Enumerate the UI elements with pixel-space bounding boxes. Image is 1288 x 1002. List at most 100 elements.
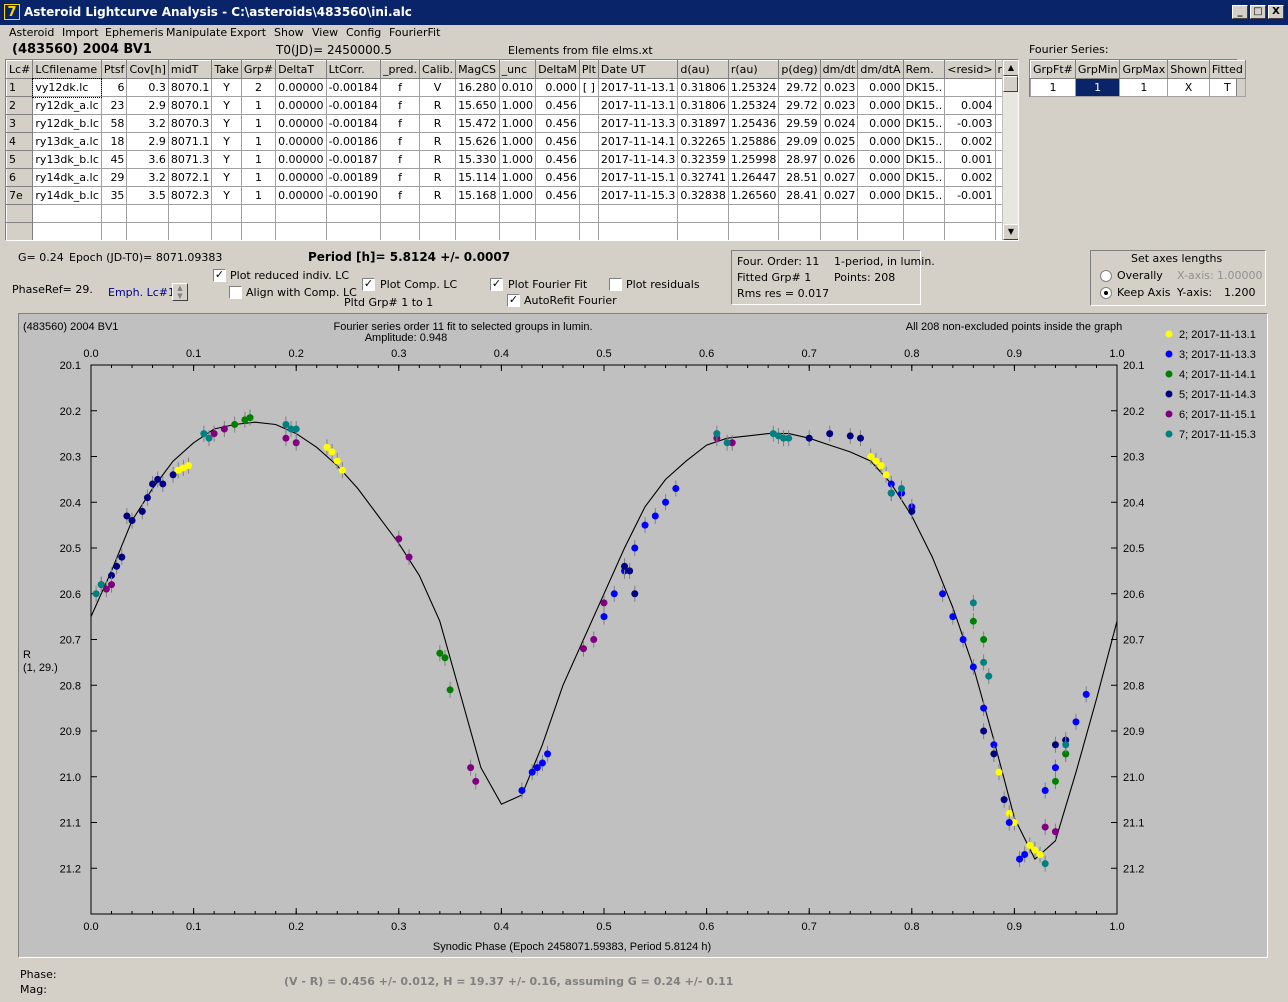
table-cell[interactable]: f (380, 150, 421, 169)
column-header[interactable]: Cov[h] (126, 60, 169, 79)
table-cell[interactable]: R (419, 150, 457, 169)
table-cell[interactable]: 3.2 (126, 114, 169, 133)
table-cell[interactable]: R (419, 186, 457, 205)
table-cell[interactable]: 1.25436 (727, 114, 780, 133)
table-cell[interactable] (727, 222, 780, 240)
menu-view[interactable]: View (312, 26, 338, 39)
table-cell[interactable]: Y (211, 186, 242, 205)
table-cell[interactable]: -0.001 (944, 186, 996, 205)
table-cell[interactable]: 8070.3 (167, 114, 213, 133)
table-cell[interactable]: 0.456 (535, 114, 580, 133)
table-cell[interactable]: 6 (100, 78, 128, 97)
table-cell[interactable]: V (419, 78, 457, 97)
column-header[interactable]: Rem. (902, 60, 946, 79)
table-cell[interactable] (578, 186, 599, 205)
table-cell[interactable]: DK15.. (902, 186, 946, 205)
table-cell[interactable]: 1.25324 (727, 96, 780, 115)
maximize-button[interactable]: □ (1250, 5, 1266, 19)
table-cell[interactable]: 1.000 (498, 114, 537, 133)
fourier-cell[interactable]: X (1167, 78, 1210, 97)
app-logo-icon[interactable]: 7 (4, 4, 20, 20)
table-cell[interactable]: 0.00000 (275, 78, 327, 97)
table-cell[interactable]: 1 (240, 150, 277, 169)
table-cell[interactable]: 1.25998 (727, 150, 780, 169)
table-cell[interactable]: 3.6 (126, 150, 169, 169)
fourier-cell[interactable]: T (1208, 78, 1246, 97)
table-cell[interactable]: 1.000 (498, 150, 537, 169)
table-cell[interactable]: 15.626 (455, 132, 500, 151)
table-row[interactable]: 3 ry12dk_b.lc 58 3.2 8070.3 Y 1 0.00000 -0.00184… (6, 114, 1018, 133)
table-cell[interactable] (578, 150, 599, 169)
table-cell[interactable]: 15.168 (455, 186, 500, 205)
table-cell[interactable]: 1 (240, 186, 277, 205)
table-cell[interactable] (578, 222, 599, 240)
table-cell[interactable]: f (380, 114, 421, 133)
table-cell[interactable]: 3.2 (126, 168, 169, 187)
table-cell[interactable] (325, 204, 382, 223)
lightcurve-plot-panel[interactable]: 0.0 0.0 0.1 0.1 0.2 0.2 0.3 0.3 0.4 0.4 0.5 0.5 0.6 0… (18, 313, 1268, 958)
table-cell[interactable]: 2017-11-15.1 (597, 168, 679, 187)
table-cell[interactable]: -0.00184 (325, 78, 382, 97)
table-cell[interactable]: ry14dk_a.lc (32, 168, 102, 187)
table-cell[interactable] (100, 222, 128, 240)
table-cell[interactable]: 1 (240, 132, 277, 151)
table-cell[interactable]: 0.31806 (677, 96, 729, 115)
empty-row[interactable] (6, 204, 1018, 223)
table-cell[interactable] (578, 114, 599, 133)
table-cell[interactable]: 2017-11-15.3 (597, 186, 679, 205)
table-cell[interactable]: 28.97 (778, 150, 821, 169)
table-cell[interactable]: 1 (240, 114, 277, 133)
table-cell[interactable]: 0.027 (819, 168, 859, 187)
table-cell[interactable]: R (419, 114, 457, 133)
table-cell[interactable]: 2.9 (126, 96, 169, 115)
column-header[interactable]: Take (211, 60, 242, 79)
row-header[interactable]: 3 (6, 114, 34, 133)
table-cell[interactable] (578, 132, 599, 151)
table-cell[interactable]: 0.00000 (275, 150, 327, 169)
table-cell[interactable]: -0.00187 (325, 150, 382, 169)
table-cell[interactable] (778, 204, 821, 223)
table-cell[interactable]: 0.000 (857, 132, 904, 151)
table-row[interactable]: 7e ry14dk_b.lc 35 3.5 8072.3 Y 1 0.00000 -0.0019… (6, 186, 1018, 205)
table-cell[interactable]: 1.000 (498, 168, 537, 187)
empty-row[interactable] (6, 222, 1018, 240)
keep-axis-radio[interactable] (1100, 287, 1112, 299)
table-cell[interactable]: 0.000 (535, 78, 580, 97)
minimize-button[interactable]: _ (1232, 5, 1248, 19)
plot-fourier-checkbox[interactable]: ✓ (490, 278, 503, 291)
fourier-table-row[interactable]: 111XT (1030, 78, 1246, 97)
table-cell[interactable]: ry12dk_b.lc (32, 114, 102, 133)
table-cell[interactable]: 0.010 (498, 78, 537, 97)
column-header[interactable]: _unc (498, 60, 537, 79)
table-cell[interactable]: 0.456 (535, 150, 580, 169)
table-cell[interactable]: DK15.. (902, 114, 946, 133)
table-cell[interactable]: 0.00000 (275, 132, 327, 151)
autorefit-checkbox[interactable]: ✓ (507, 294, 520, 307)
column-header[interactable]: Lc# (6, 60, 34, 79)
scroll-thumb[interactable] (1003, 76, 1018, 92)
table-cell[interactable]: 2 (240, 78, 277, 97)
table-cell[interactable]: Y (211, 132, 242, 151)
menu-fourierfit[interactable]: FourierFit (389, 26, 440, 39)
table-cell[interactable] (240, 204, 277, 223)
table-cell[interactable] (498, 222, 537, 240)
table-cell[interactable]: 0.025 (819, 132, 859, 151)
lightcurve-chart[interactable]: 0.0 0.0 0.1 0.1 0.2 0.2 0.3 0.3 0.4 0.4 0.5 0.5 0.6 0… (19, 314, 1267, 957)
table-cell[interactable]: 0.023 (819, 96, 859, 115)
table-cell[interactable]: 0.000 (857, 186, 904, 205)
table-cell[interactable]: ry14dk_b.lc (32, 186, 102, 205)
table-cell[interactable]: 8070.1 (167, 78, 213, 97)
column-header[interactable]: dm/dt (819, 60, 859, 79)
table-cell[interactable]: 1.000 (498, 96, 537, 115)
column-header[interactable]: Plt (578, 60, 599, 79)
plot-comp-checkbox[interactable]: ✓ (362, 278, 375, 291)
table-cell[interactable]: 0.001 (944, 150, 996, 169)
menu-ephemeris[interactable]: Ephemeris (105, 26, 163, 39)
column-header[interactable]: d(au) (677, 60, 729, 79)
column-header[interactable]: midT (167, 60, 213, 79)
table-cell[interactable]: -0.003 (944, 114, 996, 133)
table-cell[interactable]: 0.004 (944, 96, 996, 115)
table-cell[interactable]: Y (211, 96, 242, 115)
table-cell[interactable]: 0.31806 (677, 78, 729, 97)
y-axis-value[interactable]: 1.200 (1224, 286, 1256, 299)
